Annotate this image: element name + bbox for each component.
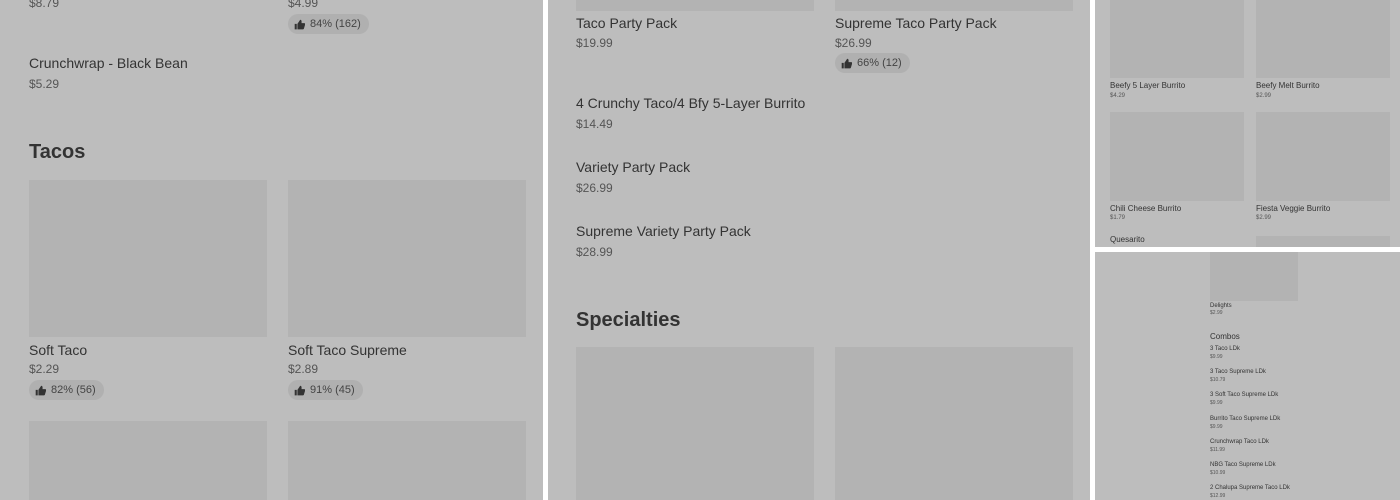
item-price: $26.99 bbox=[576, 181, 613, 195]
item-image[interactable] bbox=[835, 0, 1073, 11]
item-image[interactable] bbox=[1110, 0, 1244, 78]
item-price: $19.99 bbox=[576, 36, 613, 50]
item-name[interactable]: Soft Taco bbox=[29, 342, 87, 358]
item-image[interactable] bbox=[576, 347, 814, 500]
item-name[interactable]: 4 Crunchy Taco/4 Bfy 5-Layer Burrito bbox=[576, 95, 805, 111]
rating-text: 82% (56) bbox=[51, 384, 96, 396]
item-name[interactable]: Crunchwrap Taco LDk bbox=[1210, 439, 1269, 445]
item-price: $2.99 bbox=[1210, 310, 1223, 316]
item-price: $9.99 bbox=[1210, 424, 1223, 430]
menu-panel-burritos: Beefy 5 Layer Burrito $4.29 Beefy Melt B… bbox=[1095, 0, 1400, 247]
item-name[interactable]: 3 Taco LDk bbox=[1210, 346, 1240, 352]
item-name[interactable]: Crunchwrap - Black Bean bbox=[29, 55, 188, 71]
item-name[interactable]: Chili Cheese Burrito bbox=[1110, 204, 1181, 213]
item-name[interactable]: Supreme Taco Party Pack bbox=[835, 15, 997, 31]
thumbs-up-icon bbox=[35, 385, 46, 395]
item-image[interactable] bbox=[1210, 252, 1298, 301]
item-name[interactable]: Beefy Melt Burrito bbox=[1256, 81, 1320, 90]
item-price: $2.99 bbox=[1256, 215, 1272, 221]
menu-panel-tacos: $8.79 $4.99 84% (162) Crunchwrap - Black… bbox=[0, 0, 543, 500]
rating-text: 91% (45) bbox=[310, 384, 355, 396]
item-price: $9.99 bbox=[1210, 354, 1223, 360]
item-name[interactable]: Variety Party Pack bbox=[576, 159, 690, 175]
rating-badge: 84% (162) bbox=[288, 14, 369, 34]
menu-panel-combos: Delights $2.99 Combos 3 Taco LDk $9.99 3… bbox=[1095, 252, 1400, 500]
item-price: $14.49 bbox=[576, 117, 613, 131]
item-image[interactable] bbox=[1110, 112, 1244, 201]
thumbs-up-icon bbox=[841, 58, 852, 68]
item-name[interactable]: 2 Chalupa Supreme Taco LDk bbox=[1210, 485, 1290, 491]
item-name[interactable]: Beefy 5 Layer Burrito bbox=[1110, 81, 1185, 90]
item-image[interactable] bbox=[835, 347, 1073, 500]
section-title-specialties: Specialties bbox=[576, 309, 681, 331]
rating-text: 66% (12) bbox=[857, 57, 902, 69]
item-price: $28.99 bbox=[576, 245, 613, 259]
section-title-combos: Combos bbox=[1210, 332, 1240, 341]
item-price: $2.29 bbox=[29, 362, 60, 376]
rating-badge: 91% (45) bbox=[288, 380, 363, 400]
item-name[interactable]: Fiesta Veggie Burrito bbox=[1256, 204, 1330, 213]
item-price: $2.89 bbox=[288, 362, 319, 376]
item-price: $8.79 bbox=[29, 0, 60, 10]
item-price: $2.99 bbox=[1256, 93, 1272, 99]
item-name[interactable]: Soft Taco Supreme bbox=[288, 342, 407, 358]
item-image[interactable] bbox=[576, 0, 814, 11]
item-price: $1.79 bbox=[1110, 215, 1126, 221]
menu-panel-party-packs: Taco Party Pack $19.99 Supreme Taco Part… bbox=[548, 0, 1090, 500]
item-image[interactable] bbox=[1256, 112, 1390, 201]
section-title-tacos: Tacos bbox=[29, 141, 86, 163]
rating-badge: 82% (56) bbox=[29, 380, 104, 400]
item-name[interactable]: Delights bbox=[1210, 303, 1232, 309]
rating-text: 84% (162) bbox=[310, 18, 361, 30]
item-name[interactable]: Burrito Taco Supreme LDk bbox=[1210, 416, 1280, 422]
item-name[interactable]: NBG Taco Supreme LDk bbox=[1210, 462, 1276, 468]
item-image[interactable] bbox=[1256, 0, 1390, 78]
item-price: $12.99 bbox=[1210, 493, 1226, 499]
item-price: $26.99 bbox=[835, 36, 872, 50]
thumbs-up-icon bbox=[294, 19, 305, 29]
rating-badge: 66% (12) bbox=[835, 53, 910, 73]
item-image[interactable] bbox=[1256, 236, 1390, 247]
item-name[interactable]: Taco Party Pack bbox=[576, 15, 677, 31]
thumbs-up-icon bbox=[294, 385, 305, 395]
item-price: $5.29 bbox=[29, 77, 60, 91]
item-name[interactable]: Quesarito bbox=[1110, 235, 1145, 244]
item-price: $11.99 bbox=[1210, 447, 1225, 453]
item-image[interactable] bbox=[288, 180, 526, 337]
item-price: $10.99 bbox=[1210, 470, 1226, 476]
item-price: $4.29 bbox=[1110, 93, 1126, 99]
item-image[interactable] bbox=[29, 180, 267, 337]
item-price: $9.99 bbox=[1210, 400, 1223, 406]
item-name[interactable]: 3 Taco Supreme LDk bbox=[1210, 369, 1266, 375]
item-name[interactable]: 3 Soft Taco Supreme LDk bbox=[1210, 392, 1278, 398]
item-price: $4.99 bbox=[288, 0, 319, 10]
item-name[interactable]: Supreme Variety Party Pack bbox=[576, 223, 751, 239]
item-price: $10.79 bbox=[1210, 377, 1226, 383]
item-image[interactable] bbox=[288, 421, 526, 500]
item-image[interactable] bbox=[29, 421, 267, 500]
